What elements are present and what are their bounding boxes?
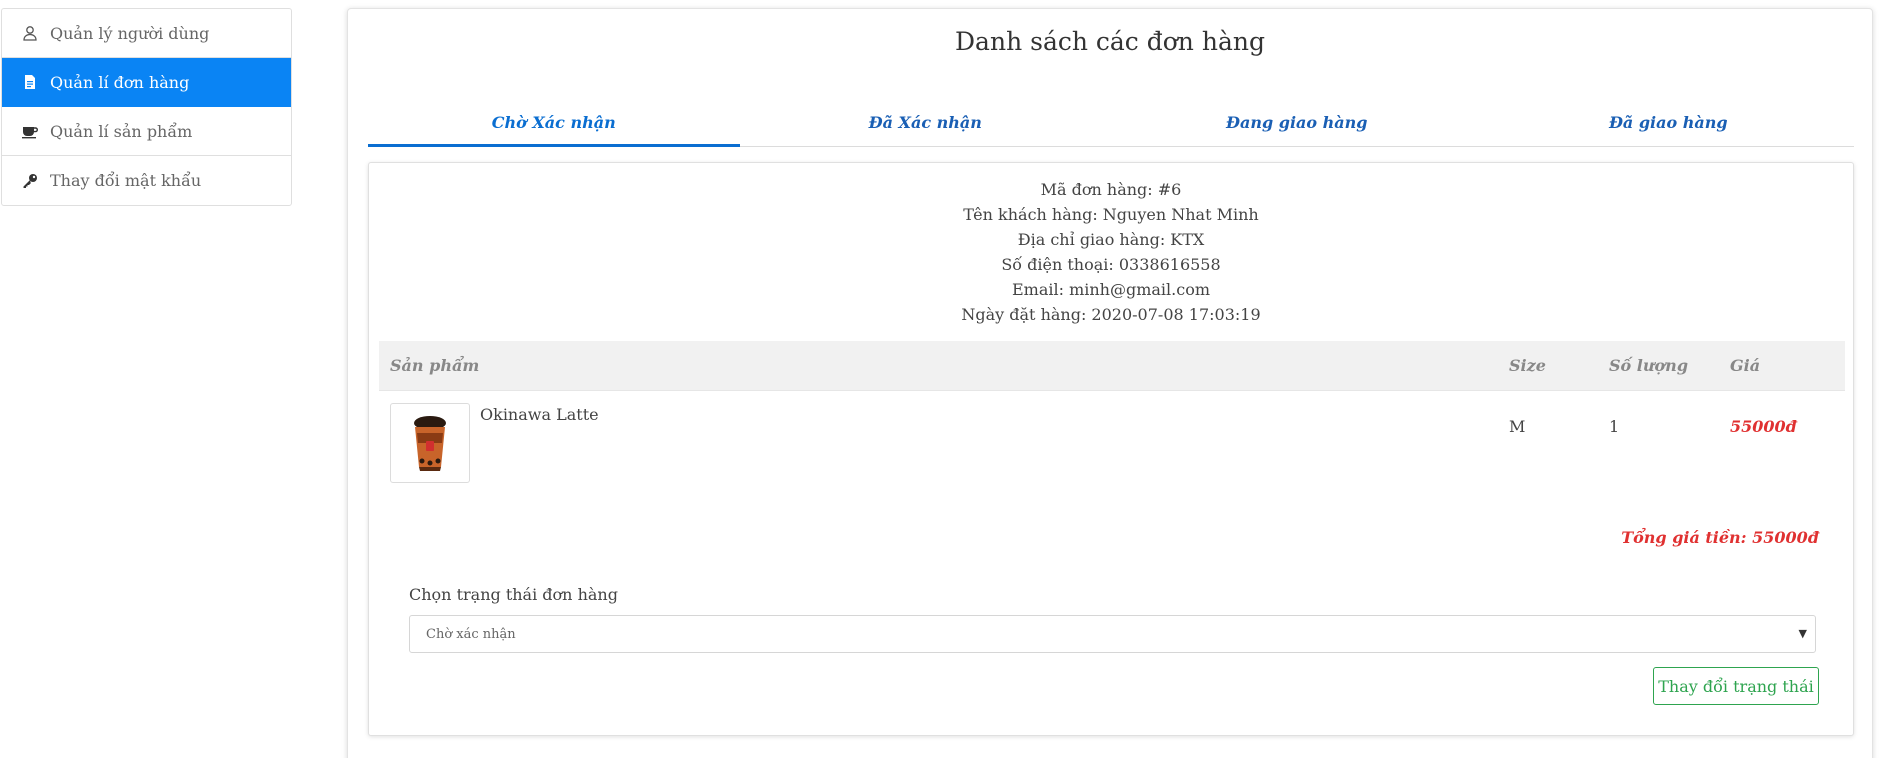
order-id: Mã đơn hàng: #6 xyxy=(1040,180,1182,199)
tab-pending[interactable]: Chờ Xác nhận xyxy=(368,97,740,147)
email: Email: minh@gmail.com xyxy=(1011,280,1211,299)
chevron-down-icon: ▼ xyxy=(1798,627,1807,640)
sidebar-item-label: Quản lí sản phẩm xyxy=(50,121,193,141)
header-quantity: Số lượng xyxy=(1609,356,1688,375)
main-panel: Danh sách các đơn hàng Chờ Xác nhận Đã X… xyxy=(347,8,1873,758)
status-selected-value: Chờ xác nhận xyxy=(426,626,516,642)
sidebar-item-order-management[interactable]: Quản lí đơn hàng xyxy=(2,58,291,107)
order-date: Ngày đặt hàng: 2020-07-08 17:03:19 xyxy=(961,305,1261,324)
tab-confirmed[interactable]: Đã Xác nhận xyxy=(740,97,1112,146)
sidebar: Quản lý người dùng Quản lí đơn hàng Quản… xyxy=(1,8,292,206)
sidebar-item-user-management[interactable]: Quản lý người dùng xyxy=(2,9,291,58)
table-row: Okinawa Latte M 1 55000đ xyxy=(379,391,1845,491)
product-name: Okinawa Latte xyxy=(480,405,599,424)
sidebar-item-product-management[interactable]: Quản lí sản phẩm xyxy=(2,107,291,156)
sidebar-item-label: Quản lý người dùng xyxy=(50,23,210,43)
customer-name: Tên khách hàng: Nguyen Nhat Minh xyxy=(963,205,1259,224)
order-info: Mã đơn hàng: #6 Tên khách hàng: Nguyen N… xyxy=(369,177,1853,327)
sidebar-item-label: Thay đổi mật khẩu xyxy=(50,171,202,190)
product-quantity: 1 xyxy=(1609,417,1620,436)
product-price: 55000đ xyxy=(1730,417,1797,436)
order-card: Mã đơn hàng: #6 Tên khách hàng: Nguyen N… xyxy=(368,162,1854,736)
status-select[interactable]: Chờ xác nhận ▼ xyxy=(409,615,1816,653)
user-icon xyxy=(22,25,38,41)
order-total: Tổng giá tiền: 55000đ xyxy=(1621,528,1819,547)
sidebar-item-label: Quản lí đơn hàng xyxy=(50,72,190,92)
tab-delivered[interactable]: Đã giao hàng xyxy=(1483,97,1855,146)
page-title: Danh sách các đơn hàng xyxy=(955,27,1265,56)
sidebar-item-change-password[interactable]: Thay đổi mật khẩu xyxy=(2,156,291,205)
table-header: Sản phẩm Size Số lượng Giá xyxy=(379,341,1845,391)
tab-shipping[interactable]: Đang giao hàng xyxy=(1111,97,1483,146)
order-tabs: Chờ Xác nhận Đã Xác nhận Đang giao hàng … xyxy=(368,97,1854,147)
order-items-table: Sản phẩm Size Số lượng Giá Okinawa Latte… xyxy=(379,341,1845,491)
header-price: Giá xyxy=(1730,356,1761,375)
shipping-address: Địa chỉ giao hàng: KTX xyxy=(1017,230,1205,249)
product-size: M xyxy=(1509,417,1526,436)
coffee-cup-icon xyxy=(22,123,38,139)
product-image xyxy=(390,403,470,483)
key-icon xyxy=(22,173,38,189)
phone-number: Số điện thoại: 0338616558 xyxy=(1001,255,1221,274)
product-cell: Okinawa Latte xyxy=(379,403,1509,491)
header-size: Size xyxy=(1509,356,1546,375)
status-label: Chọn trạng thái đơn hàng xyxy=(409,585,618,604)
document-icon xyxy=(22,74,38,90)
header-product: Sản phẩm xyxy=(390,356,480,375)
change-status-button[interactable]: Thay đổi trạng thái xyxy=(1653,667,1819,705)
